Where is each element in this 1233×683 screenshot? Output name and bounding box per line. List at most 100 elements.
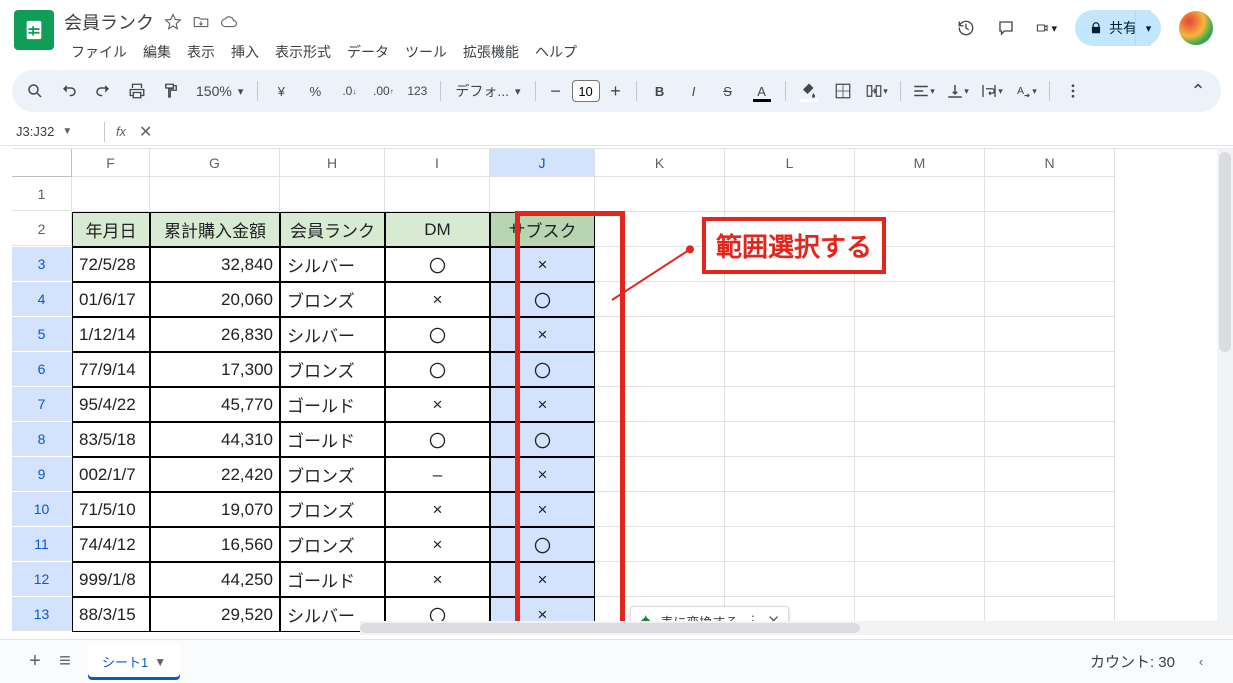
- cell[interactable]: ゴールド: [280, 562, 385, 597]
- meet-icon[interactable]: ▾: [1035, 17, 1057, 39]
- column-header[interactable]: M: [855, 149, 985, 177]
- cell[interactable]: 88/3/15: [72, 597, 150, 632]
- cell[interactable]: 1/12/14: [72, 317, 150, 352]
- cell[interactable]: 29,520: [150, 597, 280, 632]
- cell[interactable]: [985, 492, 1115, 527]
- column-header[interactable]: F: [72, 149, 150, 177]
- row-header[interactable]: 7: [12, 387, 72, 421]
- header-cell[interactable]: 年月日: [72, 212, 150, 247]
- header-cell[interactable]: サブスク: [490, 212, 595, 247]
- cell[interactable]: [280, 177, 385, 212]
- column-header[interactable]: K: [595, 149, 725, 177]
- row-header[interactable]: 10: [12, 492, 72, 526]
- cell[interactable]: 〇: [490, 352, 595, 387]
- menu-extensions[interactable]: 拡張機能: [456, 38, 526, 66]
- redo-icon[interactable]: [88, 76, 118, 106]
- cell[interactable]: ×: [385, 527, 490, 562]
- move-folder-icon[interactable]: [192, 13, 210, 31]
- cell[interactable]: [855, 282, 985, 317]
- cell[interactable]: [855, 387, 985, 422]
- cell[interactable]: 71/5/10: [72, 492, 150, 527]
- cell[interactable]: [725, 492, 855, 527]
- cell[interactable]: ブロンズ: [280, 492, 385, 527]
- vertical-align-icon[interactable]: ▾: [943, 76, 973, 106]
- font-size-input[interactable]: [572, 80, 600, 102]
- cell[interactable]: [595, 457, 725, 492]
- cell[interactable]: [855, 422, 985, 457]
- cell[interactable]: 45,770: [150, 387, 280, 422]
- name-box[interactable]: J3:J32▼: [12, 124, 100, 139]
- doc-title[interactable]: 会員ランク: [64, 9, 154, 35]
- cell[interactable]: [855, 527, 985, 562]
- cell[interactable]: [725, 457, 855, 492]
- horizontal-scrollbar[interactable]: [360, 621, 1217, 635]
- cell[interactable]: 74/4/12: [72, 527, 150, 562]
- cell[interactable]: [725, 422, 855, 457]
- merge-cells-icon[interactable]: ▾: [862, 76, 892, 106]
- text-color-icon[interactable]: A: [747, 76, 777, 106]
- zoom-select[interactable]: 150% ▾: [190, 83, 249, 99]
- cell[interactable]: [985, 527, 1115, 562]
- cell[interactable]: [725, 527, 855, 562]
- cell[interactable]: ×: [385, 282, 490, 317]
- strikethrough-icon[interactable]: S: [713, 76, 743, 106]
- cell[interactable]: ×: [490, 492, 595, 527]
- sheets-logo-icon[interactable]: [14, 10, 54, 50]
- row-header[interactable]: 6: [12, 352, 72, 386]
- cell[interactable]: 002/1/7: [72, 457, 150, 492]
- cell[interactable]: 17,300: [150, 352, 280, 387]
- print-icon[interactable]: [122, 76, 152, 106]
- row-header[interactable]: 8: [12, 422, 72, 456]
- header-cell[interactable]: [985, 212, 1115, 247]
- cell[interactable]: [855, 317, 985, 352]
- header-cell[interactable]: 累計購入金額: [150, 212, 280, 247]
- row-header[interactable]: 12: [12, 562, 72, 596]
- bold-icon[interactable]: B: [645, 76, 675, 106]
- cell[interactable]: ×: [490, 457, 595, 492]
- undo-icon[interactable]: [54, 76, 84, 106]
- decrease-decimal-icon[interactable]: .0↓: [334, 76, 364, 106]
- spreadsheet-grid[interactable]: FGHIJKLMN12年月日累計購入金額会員ランクDMサブスク372/5/283…: [12, 148, 1223, 635]
- cell[interactable]: [595, 492, 725, 527]
- cell[interactable]: [985, 177, 1115, 212]
- cell[interactable]: [490, 177, 595, 212]
- cell[interactable]: [725, 177, 855, 212]
- cell[interactable]: ブロンズ: [280, 527, 385, 562]
- cell[interactable]: 〇: [385, 317, 490, 352]
- header-cell[interactable]: 会員ランク: [280, 212, 385, 247]
- cell[interactable]: ×: [385, 387, 490, 422]
- percent-icon[interactable]: %: [300, 76, 330, 106]
- cell[interactable]: [855, 177, 985, 212]
- cell[interactable]: [725, 282, 855, 317]
- cell[interactable]: 44,310: [150, 422, 280, 457]
- fill-color-icon[interactable]: [794, 76, 824, 106]
- cell[interactable]: [385, 177, 490, 212]
- column-header[interactable]: I: [385, 149, 490, 177]
- cell[interactable]: [985, 317, 1115, 352]
- cell[interactable]: [985, 352, 1115, 387]
- comment-icon[interactable]: [995, 17, 1017, 39]
- cell[interactable]: ×: [385, 492, 490, 527]
- cell[interactable]: 〇: [490, 282, 595, 317]
- more-formats-icon[interactable]: 123: [402, 76, 432, 106]
- cell[interactable]: 20,060: [150, 282, 280, 317]
- row-header[interactable]: 2: [12, 212, 72, 246]
- cell[interactable]: [595, 562, 725, 597]
- cell[interactable]: 〇: [385, 352, 490, 387]
- history-icon[interactable]: [955, 17, 977, 39]
- cell[interactable]: [985, 457, 1115, 492]
- cell[interactable]: [985, 387, 1115, 422]
- cell[interactable]: 〇: [490, 527, 595, 562]
- cell[interactable]: 01/6/17: [72, 282, 150, 317]
- cell[interactable]: [150, 177, 280, 212]
- column-header[interactable]: J: [490, 149, 595, 177]
- cell[interactable]: [595, 527, 725, 562]
- menu-tools[interactable]: ツール: [398, 38, 454, 66]
- add-sheet-button[interactable]: +: [20, 647, 50, 677]
- cell[interactable]: [72, 177, 150, 212]
- cell[interactable]: 32,840: [150, 247, 280, 282]
- account-avatar[interactable]: [1179, 11, 1213, 45]
- cell[interactable]: [725, 317, 855, 352]
- cell[interactable]: [595, 177, 725, 212]
- horizontal-align-icon[interactable]: ▾: [909, 76, 939, 106]
